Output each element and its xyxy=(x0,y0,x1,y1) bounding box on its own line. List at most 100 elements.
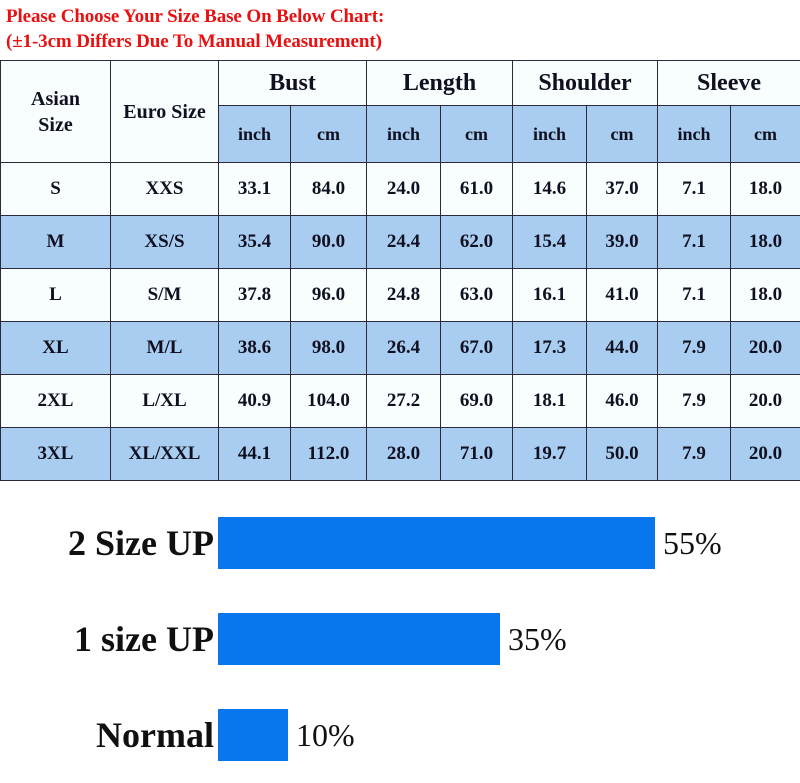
bar-fill xyxy=(218,613,500,665)
cell-euro-size: XXS xyxy=(111,163,219,216)
bar-value-label: 55% xyxy=(663,525,722,561)
cell-sleeve-inch: 7.9 xyxy=(658,428,731,481)
cell-asian-size: M xyxy=(1,216,111,269)
header-unit-sleeve-cm: cm xyxy=(731,106,800,163)
cell-length-cm: 63.0 xyxy=(441,269,513,322)
cell-bust-inch: 40.9 xyxy=(219,375,291,428)
cell-sleeve-cm: 18.0 xyxy=(731,216,800,269)
cell-asian-size: S xyxy=(1,163,111,216)
cell-bust-inch: 33.1 xyxy=(219,163,291,216)
bar-fill xyxy=(218,517,655,569)
table-header-row-groups: Asian Size Euro Size Bust Length Shoulde… xyxy=(1,61,800,106)
cell-sleeve-cm: 18.0 xyxy=(731,163,800,216)
header-group-sleeve: Sleeve xyxy=(658,61,800,106)
bar-fill xyxy=(218,709,288,761)
cell-euro-size: XS/S xyxy=(111,216,219,269)
cell-bust-cm: 98.0 xyxy=(291,322,367,375)
size-chart-table-body: S XXS 33.1 84.0 24.0 61.0 14.6 37.0 7.1 … xyxy=(1,163,800,481)
cell-euro-size: XL/XXL xyxy=(111,428,219,481)
cell-bust-inch: 44.1 xyxy=(219,428,291,481)
cell-length-inch: 24.8 xyxy=(367,269,441,322)
table-row: XL M/L 38.6 98.0 26.4 67.0 17.3 44.0 7.9… xyxy=(1,322,800,375)
cell-sleeve-inch: 7.1 xyxy=(658,269,731,322)
bar-track: 35% xyxy=(218,613,800,665)
header-unit-length-cm: cm xyxy=(441,106,513,163)
header-unit-sleeve-inch: inch xyxy=(658,106,731,163)
cell-length-inch: 24.0 xyxy=(367,163,441,216)
size-chart-table-container: Asian Size Euro Size Bust Length Shoulde… xyxy=(0,60,800,481)
cell-shoulder-cm: 39.0 xyxy=(587,216,658,269)
cell-bust-cm: 96.0 xyxy=(291,269,367,322)
bar-category-label: Normal xyxy=(0,715,218,755)
bar-value-label: 35% xyxy=(508,621,567,657)
header-unit-length-inch: inch xyxy=(367,106,441,163)
cell-shoulder-cm: 44.0 xyxy=(587,322,658,375)
cell-sleeve-inch: 7.9 xyxy=(658,375,731,428)
size-chart-table: Asian Size Euro Size Bust Length Shoulde… xyxy=(0,60,800,481)
heading-line-2: (±1-3cm Differs Due To Manual Measuremen… xyxy=(6,29,800,54)
cell-asian-size: 3XL xyxy=(1,428,111,481)
bar-chart-row: 2 Size UP 55% xyxy=(0,495,800,591)
table-row: M XS/S 35.4 90.0 24.4 62.0 15.4 39.0 7.1… xyxy=(1,216,800,269)
table-row: 2XL L/XL 40.9 104.0 27.2 69.0 18.1 46.0 … xyxy=(1,375,800,428)
cell-shoulder-cm: 41.0 xyxy=(587,269,658,322)
header-asian-size-line1: Asian xyxy=(31,88,80,110)
cell-asian-size: XL xyxy=(1,322,111,375)
bar-track: 10% xyxy=(218,709,800,761)
cell-length-inch: 24.4 xyxy=(367,216,441,269)
cell-sleeve-inch: 7.1 xyxy=(658,163,731,216)
bar-value-label: 10% xyxy=(296,717,355,753)
size-chart-table-head: Asian Size Euro Size Bust Length Shoulde… xyxy=(1,61,800,163)
bar-chart-row: 1 size UP 35% xyxy=(0,591,800,687)
cell-shoulder-inch: 18.1 xyxy=(513,375,587,428)
bar-track: 55% xyxy=(218,517,800,569)
cell-length-cm: 67.0 xyxy=(441,322,513,375)
header-unit-shoulder-cm: cm xyxy=(587,106,658,163)
cell-shoulder-cm: 46.0 xyxy=(587,375,658,428)
cell-euro-size: M/L xyxy=(111,322,219,375)
cell-shoulder-inch: 17.3 xyxy=(513,322,587,375)
cell-shoulder-cm: 50.0 xyxy=(587,428,658,481)
cell-bust-cm: 84.0 xyxy=(291,163,367,216)
cell-euro-size: L/XL xyxy=(111,375,219,428)
size-recommendation-bar-chart: 2 Size UP 55% 1 size UP 35% Normal 10% xyxy=(0,495,800,783)
cell-shoulder-inch: 16.1 xyxy=(513,269,587,322)
cell-shoulder-inch: 19.7 xyxy=(513,428,587,481)
chart-heading: Please Choose Your Size Base On Below Ch… xyxy=(0,0,800,56)
cell-bust-inch: 35.4 xyxy=(219,216,291,269)
header-group-shoulder: Shoulder xyxy=(513,61,658,106)
table-row: 3XL XL/XXL 44.1 112.0 28.0 71.0 19.7 50.… xyxy=(1,428,800,481)
cell-length-inch: 28.0 xyxy=(367,428,441,481)
cell-bust-inch: 38.6 xyxy=(219,322,291,375)
cell-shoulder-cm: 37.0 xyxy=(587,163,658,216)
cell-bust-cm: 90.0 xyxy=(291,216,367,269)
cell-bust-inch: 37.8 xyxy=(219,269,291,322)
cell-asian-size: L xyxy=(1,269,111,322)
table-row: S XXS 33.1 84.0 24.0 61.0 14.6 37.0 7.1 … xyxy=(1,163,800,216)
heading-line-1: Please Choose Your Size Base On Below Ch… xyxy=(6,4,800,29)
cell-sleeve-cm: 20.0 xyxy=(731,322,800,375)
cell-sleeve-cm: 18.0 xyxy=(731,269,800,322)
cell-sleeve-cm: 20.0 xyxy=(731,375,800,428)
cell-length-inch: 26.4 xyxy=(367,322,441,375)
header-unit-bust-inch: inch xyxy=(219,106,291,163)
header-asian-size: Asian Size xyxy=(1,61,111,163)
cell-length-inch: 27.2 xyxy=(367,375,441,428)
cell-shoulder-inch: 15.4 xyxy=(513,216,587,269)
header-group-bust: Bust xyxy=(219,61,367,106)
cell-length-cm: 69.0 xyxy=(441,375,513,428)
header-unit-shoulder-inch: inch xyxy=(513,106,587,163)
header-euro-size: Euro Size xyxy=(111,61,219,163)
cell-bust-cm: 104.0 xyxy=(291,375,367,428)
bar-category-label: 1 size UP xyxy=(0,619,218,659)
cell-asian-size: 2XL xyxy=(1,375,111,428)
cell-sleeve-inch: 7.9 xyxy=(658,322,731,375)
bar-category-label: 2 Size UP xyxy=(0,523,218,563)
cell-euro-size: S/M xyxy=(111,269,219,322)
cell-sleeve-inch: 7.1 xyxy=(658,216,731,269)
header-unit-bust-cm: cm xyxy=(291,106,367,163)
cell-length-cm: 71.0 xyxy=(441,428,513,481)
bar-chart-row: Normal 10% xyxy=(0,687,800,783)
header-group-length: Length xyxy=(367,61,513,106)
cell-sleeve-cm: 20.0 xyxy=(731,428,800,481)
